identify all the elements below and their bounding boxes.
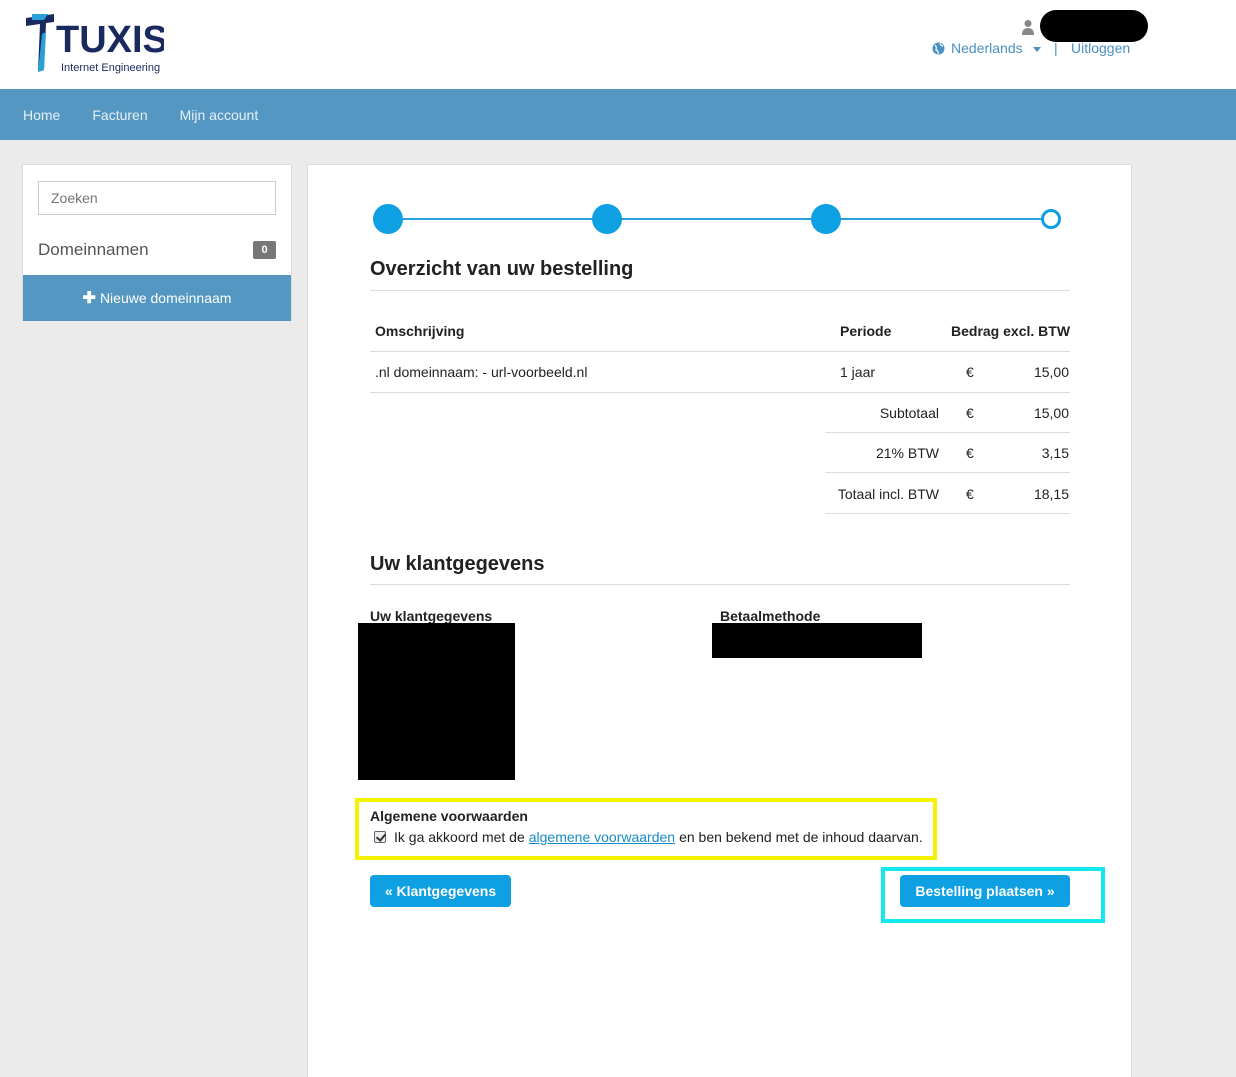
line-description: .nl domeinnaam: - url-voorbeeld.nl [375, 364, 588, 380]
new-domain-label: Nieuwe domeinnaam [99, 290, 232, 306]
subtotal-currency: € [966, 405, 974, 421]
progress-line [388, 218, 1052, 220]
table-divider [825, 513, 1070, 514]
total-amount: 18,15 [1033, 486, 1069, 502]
back-button[interactable]: « Klantgegevens [370, 875, 511, 907]
chevron-down-icon [1032, 46, 1041, 52]
search-input[interactable] [38, 181, 276, 215]
sidebar: Domeinnamen 0 ✚ Nieuwe domeinnaam [22, 164, 292, 321]
col-periode: Periode [840, 323, 892, 339]
nav-mijn-account[interactable]: Mijn account [164, 107, 275, 123]
language-selector[interactable]: Nederlands [932, 40, 1041, 56]
step-3 [811, 204, 841, 234]
line-period: 1 jaar [840, 364, 876, 380]
sidebar-item-domeinnamen[interactable]: Domeinnamen [38, 240, 149, 260]
col-bedrag: Bedrag excl. BTW [951, 323, 1071, 339]
table-divider [370, 392, 1070, 393]
subtotal-label: Subtotaal [879, 405, 939, 421]
progress-steps [372, 203, 1072, 235]
place-order-button[interactable]: Bestelling plaatsen » [900, 875, 1070, 907]
new-domain-button[interactable]: ✚ Nieuwe domeinnaam [23, 275, 291, 321]
redacted-username [1040, 10, 1148, 42]
user-icon [1022, 20, 1034, 35]
subtotal-amount: 15,00 [1033, 405, 1069, 421]
globe-icon [932, 42, 945, 54]
redacted-payment-method [712, 623, 922, 658]
terms-title: Algemene voorwaarden [370, 808, 528, 824]
line-amount: 15,00 [1033, 364, 1069, 380]
table-divider [370, 351, 1070, 352]
logo-tagline: Internet Engineering [61, 62, 160, 74]
table-divider [825, 432, 1070, 433]
language-label: Nederlands [951, 40, 1023, 56]
redacted-customer-details [358, 623, 515, 780]
header-separator: | [1054, 40, 1058, 56]
vat-currency: € [966, 445, 974, 461]
logout-link[interactable]: Uitloggen [1071, 40, 1130, 56]
step-4-current [1041, 209, 1061, 229]
step-1 [373, 204, 403, 234]
logo-wordmark: TUXIS [56, 19, 164, 61]
table-divider [825, 472, 1070, 473]
vat-amount: 3,15 [1041, 445, 1069, 461]
terms-text-before: Ik ga akkoord met de [394, 829, 525, 845]
terms-link[interactable]: algemene voorwaarden [529, 829, 675, 845]
order-title: Overzicht van uw bestelling [370, 258, 634, 280]
customer-title: Uw klantgegevens [370, 553, 545, 575]
payment-method-label: Betaalmethode [720, 608, 821, 624]
divider [370, 290, 1070, 291]
header: TUXIS Internet Engineering Nederlands | … [0, 0, 1236, 89]
col-omschrijving: Omschrijving [375, 323, 465, 339]
terms-text-after: en ben bekend met de inhoud daarvan. [679, 829, 923, 845]
customer-details-label: Uw klantgegevens [370, 608, 493, 624]
order-panel: Overzicht van uw bestelling Omschrijving… [307, 164, 1132, 1077]
total-currency: € [966, 486, 974, 502]
domains-count-badge: 0 [253, 241, 276, 259]
total-label: Totaal incl. BTW [837, 486, 939, 502]
plus-icon: ✚ [82, 290, 96, 307]
main-nav: Home Facturen Mijn account [0, 89, 1236, 140]
nav-home[interactable]: Home [7, 107, 76, 123]
terms-agree-row: Ik ga akkoord met de algemene voorwaarde… [374, 829, 923, 845]
step-2 [592, 204, 622, 234]
tuxis-logo[interactable]: TUXIS Internet Engineering [24, 12, 164, 74]
vat-label: 21% BTW [875, 445, 939, 461]
divider [370, 584, 1070, 585]
line-currency: € [966, 364, 974, 380]
terms-checkbox[interactable] [374, 831, 386, 843]
nav-facturen[interactable]: Facturen [76, 107, 163, 123]
